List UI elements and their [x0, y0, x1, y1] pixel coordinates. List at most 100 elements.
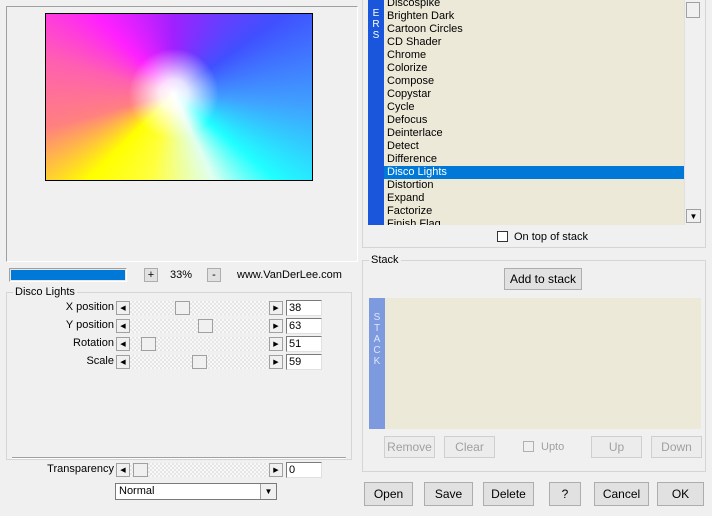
slider-increase-button[interactable]: ▶: [269, 337, 283, 351]
slider-decrease-button[interactable]: ◀: [116, 301, 130, 315]
list-item[interactable]: Detect: [384, 140, 684, 153]
zoom-out-button[interactable]: -: [207, 268, 221, 282]
list-item[interactable]: Factorize: [384, 205, 684, 218]
stack-sidebar-letter: C: [373, 345, 381, 356]
stack-list[interactable]: [385, 298, 701, 429]
save-button[interactable]: Save: [424, 482, 473, 506]
transparency-decrease[interactable]: ◀: [116, 463, 130, 477]
filter-sidebar-label: ERS: [368, 8, 384, 41]
ok-button[interactable]: OK: [657, 482, 704, 506]
blend-mode-select[interactable]: Normal ▼: [115, 483, 277, 500]
filter-sidebar-letter: S: [372, 30, 380, 41]
zoom-level: 33%: [170, 269, 193, 281]
list-item[interactable]: Chrome: [384, 49, 684, 62]
up-button[interactable]: Up: [591, 436, 642, 458]
blend-mode-value: Normal: [119, 485, 155, 497]
filter-sidebar-letter: R: [372, 19, 380, 30]
add-to-stack-button[interactable]: Add to stack: [504, 268, 582, 290]
cancel-button[interactable]: Cancel: [594, 482, 649, 506]
slider-track[interactable]: [130, 319, 269, 333]
divider: [12, 457, 346, 459]
list-item[interactable]: Difference: [384, 153, 684, 166]
slider-row: Rotation ◀ ▶ 51: [6, 336, 346, 352]
slider-value-input[interactable]: 38: [286, 300, 322, 316]
transparency-increase[interactable]: ▶: [269, 463, 283, 477]
slider-decrease-button[interactable]: ◀: [116, 319, 130, 333]
help-button[interactable]: ?: [549, 482, 581, 506]
list-item[interactable]: Distortion: [384, 179, 684, 192]
filter-scrollbar[interactable]: ▼: [684, 0, 701, 225]
slider-thumb[interactable]: [175, 301, 190, 315]
list-item[interactable]: Discospike: [384, 0, 684, 10]
slider-track[interactable]: [130, 355, 269, 369]
filter-scroll-thumb[interactable]: [686, 2, 700, 18]
stack-sidebar-label: STACK: [369, 312, 385, 367]
slider-label: X position: [65, 301, 114, 313]
slider-value-input[interactable]: 59: [286, 354, 322, 370]
zoom-in-button[interactable]: +: [144, 268, 158, 282]
stack-sidebar-letter: T: [373, 323, 381, 334]
filter-sidebar-letter: E: [372, 8, 380, 19]
slider-value-input[interactable]: 63: [286, 318, 322, 334]
slider-thumb[interactable]: [198, 319, 213, 333]
slider-row: Scale ◀ ▶ 59: [6, 354, 346, 370]
parameters-title: Disco Lights: [13, 286, 77, 298]
stack-sidebar-letter: K: [373, 356, 381, 367]
slider-increase-button[interactable]: ▶: [269, 355, 283, 369]
slider-label: Y position: [65, 319, 114, 331]
upto-label: Upto: [541, 441, 565, 453]
preview-image[interactable]: [45, 13, 313, 181]
list-item[interactable]: Colorize: [384, 62, 684, 75]
transparency-track[interactable]: [130, 463, 269, 477]
slider-increase-button[interactable]: ▶: [269, 301, 283, 315]
transparency-value[interactable]: 0: [286, 462, 322, 478]
remove-button[interactable]: Remove: [384, 436, 435, 458]
slider-decrease-button[interactable]: ◀: [116, 355, 130, 369]
list-item[interactable]: Deinterlace: [384, 127, 684, 140]
transparency-thumb[interactable]: [133, 463, 148, 477]
preview-panel: [6, 6, 358, 262]
stack-title: Stack: [369, 254, 401, 266]
slider-thumb[interactable]: [141, 337, 156, 351]
slider-label: Scale: [86, 355, 114, 367]
list-item[interactable]: Expand: [384, 192, 684, 205]
list-item[interactable]: Cycle: [384, 101, 684, 114]
chevron-down-icon[interactable]: ▼: [260, 484, 276, 499]
transparency-row: Transparency ◀ ▶ 0: [6, 462, 346, 478]
stack-sidebar-letter: A: [373, 334, 381, 345]
slider-increase-button[interactable]: ▶: [269, 319, 283, 333]
list-item[interactable]: Disco Lights: [384, 166, 684, 179]
clear-button[interactable]: Clear: [444, 436, 495, 458]
progress-fill: [11, 270, 125, 280]
progress-bar: [9, 268, 127, 282]
list-item[interactable]: CD Shader: [384, 36, 684, 49]
filter-list[interactable]: Discospike Brighten Dark Cartoon Circles C…: [384, 0, 684, 225]
upto-checkbox[interactable]: [523, 441, 534, 452]
slider-track[interactable]: [130, 301, 269, 315]
down-button[interactable]: Down: [651, 436, 702, 458]
on-top-label: On top of stack: [514, 231, 588, 243]
list-item[interactable]: Finish Flag: [384, 218, 684, 225]
scroll-down-icon[interactable]: ▼: [686, 209, 701, 223]
slider-decrease-button[interactable]: ◀: [116, 337, 130, 351]
slider-label: Rotation: [73, 337, 114, 349]
stack-sidebar: STACK: [369, 298, 385, 429]
list-item[interactable]: Copystar: [384, 88, 684, 101]
on-top-checkbox[interactable]: [497, 231, 508, 242]
filter-sidebar: ERS: [368, 0, 384, 225]
list-item[interactable]: Defocus: [384, 114, 684, 127]
slider-value-input[interactable]: 51: [286, 336, 322, 352]
transparency-label: Transparency: [47, 463, 114, 475]
open-button[interactable]: Open: [364, 482, 413, 506]
slider-row: Y position ◀ ▶ 63: [6, 318, 346, 334]
stack-sidebar-letter: S: [373, 312, 381, 323]
website-link[interactable]: www.VanDerLee.com: [237, 269, 342, 281]
slider-thumb[interactable]: [192, 355, 207, 369]
sliders-container: X position ◀ ▶ 38 Y position ◀ ▶ 63 Rotation ◀ ▶ 51…: [6, 300, 352, 380]
list-item[interactable]: Brighten Dark: [384, 10, 684, 23]
slider-track[interactable]: [130, 337, 269, 351]
slider-row: X position ◀ ▶ 38: [6, 300, 346, 316]
list-item[interactable]: Cartoon Circles: [384, 23, 684, 36]
list-item[interactable]: Compose: [384, 75, 684, 88]
delete-button[interactable]: Delete: [483, 482, 534, 506]
